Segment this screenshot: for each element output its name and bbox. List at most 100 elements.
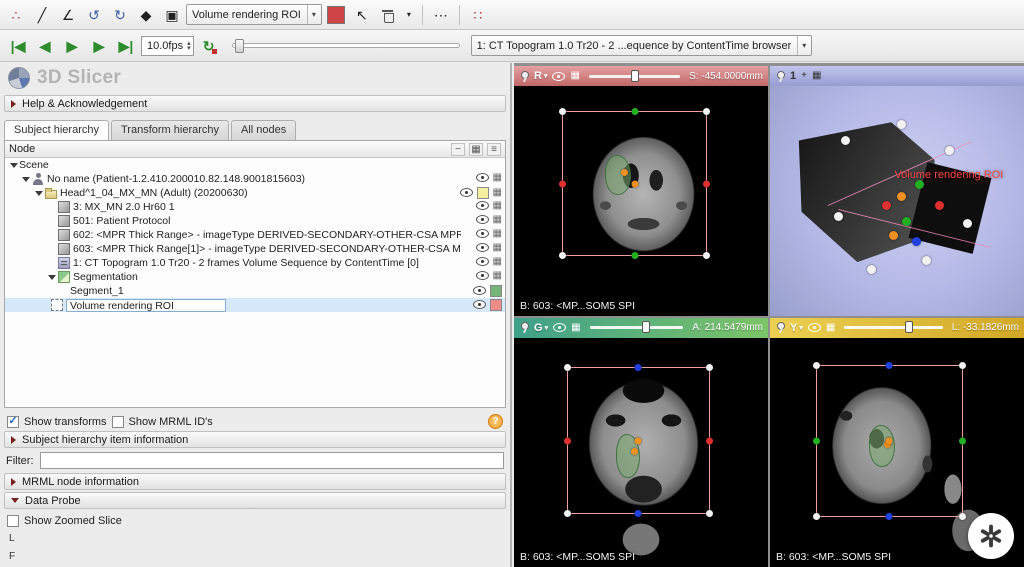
visibility-eye-icon[interactable] <box>475 173 489 182</box>
help-button[interactable]: ? <box>488 414 503 429</box>
view-label[interactable]: 1 <box>790 70 796 82</box>
color-swatch[interactable] <box>490 284 502 297</box>
roi-handle[interactable] <box>945 145 955 155</box>
color-swatch[interactable] <box>476 186 489 199</box>
slice-visibility-eye-icon[interactable] <box>552 71 566 81</box>
slider-handle[interactable] <box>234 39 244 53</box>
markups-node-selector[interactable]: Volume rendering ROI ▾ <box>186 4 322 25</box>
color-swatch[interactable] <box>490 298 502 311</box>
spin-down-icon[interactable]: ▾ <box>187 45 191 52</box>
roi-handle[interactable] <box>634 364 642 372</box>
roi-handle[interactable] <box>959 437 967 445</box>
tree-item-volume[interactable]: 603: <MPR Thick Range[1]> - imageType DE… <box>5 242 505 256</box>
tree-item-segmentation[interactable]: Segmentation ▦ <box>5 270 505 284</box>
play-button[interactable]: ▶ <box>60 34 84 58</box>
sequence-browser-selector[interactable]: 1: CT Topogram 1.0 Tr20 - 2 ...equence b… <box>470 35 813 56</box>
visibility-eye-icon[interactable] <box>475 257 489 266</box>
show-zoomed-slice-checkbox[interactable] <box>7 515 19 527</box>
roi-handle[interactable] <box>559 180 567 188</box>
tab-transform-hierarchy[interactable]: Transform hierarchy <box>111 120 230 140</box>
yellow-slice-canvas[interactable]: B: 603: <MP...SOM5 SPI <box>770 337 1024 567</box>
green-slice-canvas[interactable]: B: 603: <MP...SOM5 SPI <box>514 337 768 567</box>
extensions-button[interactable]: ∷ <box>466 3 490 27</box>
view-label[interactable]: G ▾ <box>534 322 548 334</box>
layout-grid-icon[interactable]: ▦ <box>812 71 821 81</box>
layout-grid-icon[interactable]: ▦ <box>826 322 835 333</box>
more-options-button[interactable]: ⋯ <box>429 3 453 27</box>
markup-roi-button[interactable]: ▣ <box>160 3 184 27</box>
fps-spinbox[interactable]: 10.0fps ▴ ▾ <box>141 35 194 56</box>
roi-handle[interactable] <box>705 437 713 445</box>
threed-canvas[interactable]: Volume rendering ROI <box>770 86 1024 316</box>
pin-icon[interactable] <box>775 70 785 82</box>
red-slice-canvas[interactable]: B: 603: <MP...SOM5 SPI <box>514 86 768 316</box>
layout-grid-icon[interactable]: ▦ <box>571 322 580 333</box>
roi-handle[interactable] <box>959 362 967 370</box>
roi-box[interactable] <box>564 364 713 518</box>
roi-handle[interactable] <box>885 512 893 520</box>
visibility-eye-icon[interactable] <box>475 201 489 210</box>
visibility-eye-icon[interactable] <box>473 286 486 295</box>
grid-icon[interactable]: ▦ <box>493 242 502 253</box>
roi-handle[interactable] <box>559 108 567 116</box>
markup-closed-curve-button[interactable]: ↻ <box>108 3 132 27</box>
sequence-frame-slider[interactable] <box>231 39 460 53</box>
tab-subject-hierarchy[interactable]: Subject hierarchy <box>4 120 109 140</box>
slice-offset-slider[interactable] <box>588 69 681 82</box>
tree-item-study[interactable]: Head^1_04_MX_MN (Adult) (20200630) ▦ <box>5 186 505 200</box>
roi-handle[interactable] <box>897 191 906 201</box>
slice-visibility-eye-icon[interactable] <box>807 323 821 332</box>
markup-color-button[interactable] <box>324 3 348 27</box>
previous-frame-button[interactable]: ◀ <box>33 34 57 58</box>
tree-item-volume[interactable]: 602: <MPR Thick Range> - imageType DERIV… <box>5 228 505 242</box>
delete-markup-button[interactable] <box>376 3 400 27</box>
layout-grid-icon[interactable]: ▦ <box>570 71 579 81</box>
tree-item-volume[interactable]: 3: MX_MN 2.0 Hr60 1 ▦ <box>5 200 505 214</box>
mrml-info-section-header[interactable]: MRML node information <box>4 473 506 490</box>
data-probe-section-header[interactable]: Data Probe <box>4 492 506 509</box>
roi-handle[interactable] <box>881 200 891 210</box>
tree-item-segment[interactable]: Segment_1 <box>5 284 505 298</box>
roi-handle[interactable] <box>897 120 906 130</box>
markup-plane-button[interactable]: ◆ <box>134 3 158 27</box>
expander-icon[interactable] <box>9 160 19 170</box>
roi-handle[interactable] <box>631 180 639 188</box>
show-transforms-checkbox[interactable] <box>7 415 19 428</box>
grid-icon[interactable]: ▦ <box>493 200 502 211</box>
roi-handle[interactable] <box>914 180 924 190</box>
roi-handle[interactable] <box>631 108 639 116</box>
roi-handle[interactable] <box>912 237 922 247</box>
slice-visibility-eye-icon[interactable] <box>553 323 567 332</box>
collapse-column-button[interactable]: − <box>451 142 465 156</box>
roi-handle[interactable] <box>703 251 711 259</box>
grid-column-button[interactable]: ▦ <box>469 142 483 156</box>
roi-handle[interactable] <box>634 437 642 445</box>
grid-icon[interactable]: ▦ <box>493 214 502 225</box>
slider-handle[interactable] <box>642 321 651 333</box>
roi-handle[interactable] <box>703 180 711 188</box>
slider-handle[interactable] <box>630 69 639 82</box>
roi-handle[interactable] <box>902 216 912 226</box>
roi-handle[interactable] <box>885 437 893 445</box>
visibility-eye-icon[interactable] <box>475 229 489 238</box>
slice-offset-slider[interactable] <box>589 321 684 333</box>
view-label[interactable]: R ▾ <box>534 70 547 82</box>
markup-line-button[interactable]: ╱ <box>30 3 54 27</box>
markup-open-curve-button[interactable]: ↺ <box>82 3 106 27</box>
tab-all-nodes[interactable]: All nodes <box>231 120 297 140</box>
tree-item-sequence[interactable]: 1: CT Topogram 1.0 Tr20 - 2 frames Volum… <box>5 256 505 270</box>
visibility-eye-icon[interactable] <box>475 215 489 224</box>
markup-angle-button[interactable]: ∠ <box>56 3 80 27</box>
tree-item-roi-selected[interactable]: Volume rendering ROI <box>5 298 505 312</box>
expander-icon[interactable] <box>47 272 57 282</box>
roi-handle[interactable] <box>634 510 642 518</box>
pin-icon[interactable] <box>519 322 529 333</box>
slider-handle[interactable] <box>905 321 914 333</box>
tree-item-volume[interactable]: 501: Patient Protocol ▦ <box>5 214 505 228</box>
roi-handle[interactable] <box>922 255 932 265</box>
next-frame-button[interactable]: ▶ <box>87 34 111 58</box>
visibility-eye-icon[interactable] <box>475 271 489 280</box>
grid-icon[interactable]: ▦ <box>493 228 502 239</box>
roi-box[interactable] <box>559 108 711 259</box>
roi-handle[interactable] <box>935 200 945 210</box>
